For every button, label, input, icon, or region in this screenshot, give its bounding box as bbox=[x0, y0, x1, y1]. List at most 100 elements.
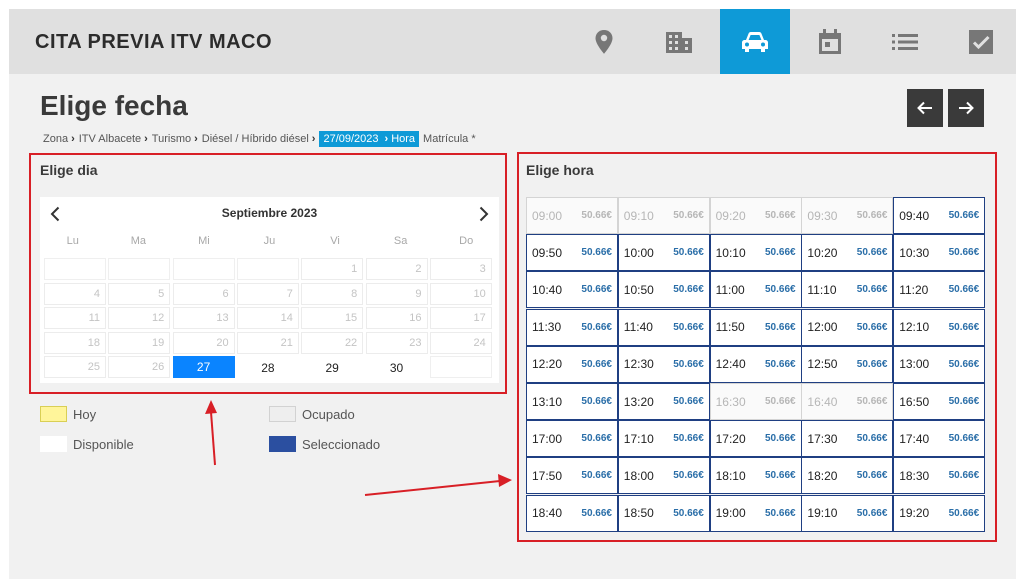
nav-resumen[interactable] bbox=[870, 9, 940, 74]
time-slot[interactable]: 10:00 50.66€ bbox=[617, 234, 710, 272]
calendar-day-empty bbox=[429, 356, 492, 378]
time-slot-price: 50.66€ bbox=[673, 247, 704, 259]
time-slot[interactable]: 11:50 50.66€ bbox=[709, 308, 802, 346]
time-slot-price: 50.66€ bbox=[765, 210, 796, 221]
nav-estacion[interactable] bbox=[644, 9, 714, 74]
legend-swatch-occupied bbox=[269, 406, 296, 422]
time-slot[interactable]: 11:30 50.66€ bbox=[526, 308, 618, 346]
time-slot[interactable]: 19:10 50.66€ bbox=[801, 494, 894, 532]
legend-swatch-selected bbox=[269, 436, 296, 452]
time-slot-price: 50.66€ bbox=[948, 284, 980, 296]
time-slot[interactable]: 12:40 50.66€ bbox=[709, 345, 802, 383]
calendar-day-disabled: 15 bbox=[301, 307, 364, 329]
breadcrumb-current: 27/09/2023 › Hora bbox=[319, 131, 420, 147]
time-slot[interactable]: 11:40 50.66€ bbox=[617, 308, 710, 346]
time-slot[interactable]: 18:20 50.66€ bbox=[801, 457, 894, 495]
time-slot[interactable]: 12:20 50.66€ bbox=[526, 345, 618, 383]
time-slot[interactable]: 17:10 50.66€ bbox=[617, 420, 710, 458]
breadcrumb-vehiculo[interactable]: Turismo bbox=[152, 133, 191, 145]
calendar-day-disabled: 25 bbox=[44, 356, 106, 378]
time-slot-price: 50.66€ bbox=[856, 321, 888, 333]
breadcrumb-date: 27/09/2023 bbox=[323, 133, 379, 145]
legend-swatch-available bbox=[40, 436, 67, 452]
calendar-day-disabled: 17 bbox=[429, 307, 492, 329]
time-slot[interactable]: 19:20 50.66€ bbox=[893, 494, 986, 532]
time-slot[interactable]: 09:40 50.66€ bbox=[893, 197, 986, 234]
time-slot[interactable]: 18:00 50.66€ bbox=[617, 457, 710, 495]
time-slot[interactable]: 18:50 50.66€ bbox=[617, 494, 710, 532]
calendar-day-selected[interactable]: 27 bbox=[172, 356, 235, 378]
chevron-right-icon: › bbox=[71, 133, 75, 145]
time-slot-price: 50.66€ bbox=[765, 247, 796, 259]
calendar-day-disabled: 21 bbox=[236, 331, 299, 354]
calendar-day-empty bbox=[236, 258, 299, 280]
time-slot-price: 50.66€ bbox=[581, 210, 612, 221]
time-slot-time: 10:00 bbox=[623, 245, 654, 260]
calendar-day-disabled: 4 bbox=[44, 282, 106, 305]
calendar-day[interactable]: 29 bbox=[301, 356, 363, 378]
calendar-weekday: Sa bbox=[393, 235, 408, 247]
time-slot-price: 50.66€ bbox=[581, 358, 612, 370]
back-button[interactable] bbox=[907, 89, 943, 127]
time-slot-price: 50.66€ bbox=[856, 507, 888, 519]
time-slot[interactable]: 18:40 50.66€ bbox=[526, 494, 618, 532]
time-slot-price: 50.66€ bbox=[581, 247, 612, 259]
legend-today: Hoy bbox=[40, 406, 96, 422]
nav-confirmar[interactable] bbox=[946, 9, 1016, 74]
time-slot[interactable]: 13:10 50.66€ bbox=[526, 383, 618, 420]
time-slot[interactable]: 12:50 50.66€ bbox=[801, 345, 894, 383]
calendar-day[interactable]: 30 bbox=[366, 356, 428, 378]
time-slot[interactable]: 17:00 50.66€ bbox=[526, 420, 618, 458]
time-slot[interactable]: 10:30 50.66€ bbox=[893, 234, 986, 272]
calendar-day-disabled: 12 bbox=[108, 307, 171, 329]
time-slot[interactable]: 12:10 50.66€ bbox=[893, 308, 986, 346]
time-slot[interactable]: 11:00 50.66€ bbox=[709, 271, 802, 309]
time-slot-time: 17:00 bbox=[532, 431, 563, 446]
time-slot[interactable]: 17:50 50.66€ bbox=[526, 457, 618, 495]
time-slot[interactable]: 17:40 50.66€ bbox=[893, 420, 986, 458]
nav-zona[interactable] bbox=[569, 9, 639, 74]
time-slot[interactable]: 13:00 50.66€ bbox=[893, 345, 986, 383]
time-slot-occupied: 16:40 50.66€ bbox=[801, 383, 894, 420]
time-slot-price: 50.66€ bbox=[856, 210, 888, 221]
time-slot[interactable]: 10:40 50.66€ bbox=[526, 271, 618, 309]
nav-vehiculo[interactable] bbox=[720, 9, 790, 74]
time-slot-time: 09:40 bbox=[899, 208, 930, 223]
time-slot[interactable]: 10:10 50.66€ bbox=[709, 234, 802, 272]
chevron-right-icon: › bbox=[194, 133, 198, 145]
time-slot[interactable]: 19:00 50.66€ bbox=[709, 494, 802, 532]
time-slot-time: 10:20 bbox=[807, 245, 838, 260]
time-slot[interactable]: 10:20 50.66€ bbox=[801, 234, 894, 272]
calendar-day[interactable]: 28 bbox=[237, 356, 299, 378]
time-slot[interactable]: 13:20 50.66€ bbox=[617, 383, 710, 420]
time-slot-time: 11:00 bbox=[715, 282, 745, 297]
time-slot[interactable]: 18:30 50.66€ bbox=[893, 457, 986, 495]
time-slot-time: 13:20 bbox=[623, 394, 654, 409]
time-slot[interactable]: 12:00 50.66€ bbox=[801, 308, 894, 346]
next-button[interactable] bbox=[948, 89, 984, 127]
time-slot-time: 09:00 bbox=[532, 208, 563, 223]
time-slot[interactable]: 11:20 50.66€ bbox=[893, 271, 986, 309]
time-slot[interactable]: 12:30 50.66€ bbox=[617, 345, 710, 383]
time-slot[interactable]: 17:20 50.66€ bbox=[709, 420, 802, 458]
time-slot[interactable]: 18:10 50.66€ bbox=[709, 457, 802, 495]
chevron-right-icon: › bbox=[384, 133, 389, 145]
time-slot[interactable]: 17:30 50.66€ bbox=[801, 420, 894, 458]
time-slot-time: 12:20 bbox=[532, 357, 563, 372]
time-slot[interactable]: 09:50 50.66€ bbox=[526, 234, 618, 272]
breadcrumb-combustible[interactable]: Diésel / Híbrido diésel bbox=[202, 133, 309, 145]
calendar-next-month[interactable] bbox=[475, 203, 493, 225]
car-icon bbox=[742, 31, 768, 52]
breadcrumb-estacion[interactable]: ITV Albacete bbox=[79, 133, 141, 145]
breadcrumb-zona[interactable]: Zona bbox=[43, 133, 68, 145]
app-title: CITA PREVIA ITV MACO bbox=[35, 31, 273, 53]
nav-fecha[interactable] bbox=[795, 9, 865, 74]
time-slot-time: 16:30 bbox=[715, 394, 746, 409]
time-slot[interactable]: 10:50 50.66€ bbox=[617, 271, 710, 309]
time-slot[interactable]: 16:50 50.66€ bbox=[893, 383, 986, 420]
calendar-day-disabled: 16 bbox=[365, 307, 428, 329]
time-slot-time: 11:50 bbox=[715, 320, 745, 335]
calendar-day-disabled: 5 bbox=[108, 282, 171, 305]
time-slot-time: 16:50 bbox=[899, 394, 930, 409]
time-slot[interactable]: 11:10 50.66€ bbox=[801, 271, 894, 309]
